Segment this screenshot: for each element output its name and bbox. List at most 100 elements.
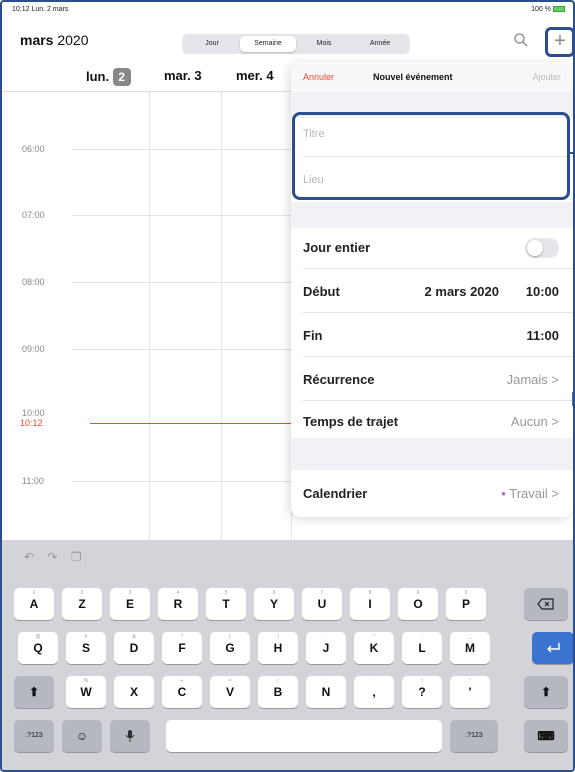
key-y[interactable]: 6Y xyxy=(254,588,294,620)
all-day-label: Jour entier xyxy=(303,240,371,255)
start-date[interactable]: 2 mars 2020 xyxy=(425,284,499,299)
segment-month[interactable]: Mois xyxy=(296,36,352,52)
today-badge: 2 xyxy=(112,68,131,86)
battery-icon xyxy=(553,6,565,13)
key-g[interactable]: (G xyxy=(210,632,250,664)
key-j[interactable]: ' J xyxy=(306,632,346,664)
travel-time-label: Temps de trajet xyxy=(303,414,399,429)
key-r[interactable]: 4R xyxy=(158,588,198,620)
segment-day[interactable]: Jour xyxy=(184,36,240,52)
key-n[interactable]: ; N xyxy=(306,676,346,708)
popover-title: Nouvel événement xyxy=(373,72,453,82)
keyboard-hide-icon: ⌨ xyxy=(537,729,555,743)
redo-icon[interactable]: ↷ xyxy=(47,550,57,564)
start-time[interactable]: 10:00 xyxy=(526,284,559,299)
microphone-icon xyxy=(125,730,135,742)
day-divider xyxy=(221,92,222,542)
key-comma[interactable]: :, xyxy=(354,676,394,708)
key-x[interactable]: -X xyxy=(114,676,154,708)
current-time-label: 10:12 xyxy=(20,418,43,428)
key-apostrophe[interactable]: " ' xyxy=(450,676,490,708)
view-segmented-control: Jour Semaine Mois Année xyxy=(182,34,410,54)
return-icon xyxy=(547,643,560,653)
chevron-right-icon: > xyxy=(551,486,559,501)
segment-year[interactable]: Année xyxy=(352,36,408,52)
key-f[interactable]: * F xyxy=(162,632,202,664)
shift-key-left[interactable]: ⬆ xyxy=(14,676,54,708)
calendar-color-dot: • xyxy=(501,486,506,501)
key-w[interactable]: % W xyxy=(66,676,106,708)
numbers-key-left[interactable]: .?123 xyxy=(14,720,54,752)
key-b[interactable]: / B xyxy=(258,676,298,708)
plus-icon: + xyxy=(554,30,566,52)
separator xyxy=(303,356,573,357)
month-title: mars 2020 xyxy=(20,32,89,48)
title-location-highlight xyxy=(292,112,570,200)
status-time: 10:12 Lun. 2 mars xyxy=(12,6,69,13)
status-bar: 10:12 Lun. 2 mars 100 % xyxy=(2,2,573,24)
calendar-value[interactable]: • Travail > xyxy=(501,486,559,501)
day-column-tuesday[interactable]: mar. 3 xyxy=(164,68,202,83)
shift-icon: ⬆ xyxy=(540,685,552,699)
key-question[interactable]: !? xyxy=(402,676,442,708)
key-h[interactable]: ) H xyxy=(258,632,298,664)
numbers-key-right[interactable]: .?123 xyxy=(450,720,498,752)
add-button[interactable]: Ajouter xyxy=(532,72,561,82)
calendar-header: mars 2020 Jour Semaine Mois Année + xyxy=(2,24,573,62)
key-t[interactable]: 5T xyxy=(206,588,246,620)
day-column-monday[interactable]: lun. 2 xyxy=(86,68,131,86)
search-icon[interactable] xyxy=(513,32,529,48)
key-k[interactable]: " K xyxy=(354,632,394,664)
key-q[interactable]: @ Q xyxy=(18,632,58,664)
hour-label: 06:00 xyxy=(22,144,45,154)
date-options-card: Jour entier Début 2 mars 2020 10:00 Fin … xyxy=(291,228,573,438)
shift-icon: ⬆ xyxy=(28,685,40,699)
segment-week[interactable]: Semaine xyxy=(240,36,296,52)
battery-indicator: 100 % xyxy=(531,6,565,13)
travel-time-value[interactable]: Aucun > xyxy=(511,414,559,429)
day-divider xyxy=(149,92,150,542)
hour-label: 10:00 xyxy=(22,408,45,418)
key-e[interactable]: 3E xyxy=(110,588,150,620)
key-l[interactable]: -L xyxy=(402,632,442,664)
separator xyxy=(303,312,573,313)
hour-label: 08:00 xyxy=(22,277,45,287)
add-event-button[interactable]: + xyxy=(545,27,573,57)
backspace-icon xyxy=(537,598,554,610)
key-s[interactable]: # S xyxy=(66,632,106,664)
key-m[interactable]: _ M xyxy=(450,632,490,664)
key-d[interactable]: & D xyxy=(114,632,154,664)
day-column-wednesday[interactable]: mer. 4 xyxy=(236,68,274,83)
key-i[interactable]: 8I xyxy=(350,588,390,620)
emoji-icon: ☺ xyxy=(75,729,89,743)
paste-icon[interactable]: ❐ xyxy=(71,550,82,564)
end-label: Fin xyxy=(303,328,323,343)
key-p[interactable]: 0P xyxy=(446,588,486,620)
undo-icon[interactable]: ↶ xyxy=(24,550,34,564)
emoji-key[interactable]: ☺ xyxy=(62,720,102,752)
backspace-key[interactable] xyxy=(524,588,568,620)
calendar-label: Calendrier xyxy=(303,486,368,501)
key-v[interactable]: = V xyxy=(210,676,250,708)
key-c[interactable]: + C xyxy=(162,676,202,708)
space-bar[interactable] xyxy=(166,720,442,752)
end-time[interactable]: 11:00 xyxy=(526,328,559,343)
start-label: Début xyxy=(303,284,340,299)
all-day-toggle[interactable] xyxy=(525,238,559,258)
key-o[interactable]: 9O xyxy=(398,588,438,620)
separator xyxy=(303,400,573,401)
cancel-button[interactable]: Annuler xyxy=(303,72,334,82)
keyboard-toolbar: ↶ ↷ ❐ xyxy=(24,550,92,564)
separator xyxy=(303,268,573,269)
hour-label: 07:00 xyxy=(22,210,45,220)
recurrence-value[interactable]: Jamais > xyxy=(507,372,559,387)
key-z[interactable]: 2Z xyxy=(62,588,102,620)
hide-keyboard-key[interactable]: ⌨ xyxy=(524,720,568,752)
ipad-screen: 10:12 Lun. 2 mars 100 % mars 2020 Jour S… xyxy=(0,0,575,772)
recurrence-label: Récurrence xyxy=(303,372,375,387)
key-u[interactable]: 7U xyxy=(302,588,342,620)
key-a[interactable]: 1A xyxy=(14,588,54,620)
dictation-key[interactable] xyxy=(110,720,150,752)
shift-key-right[interactable]: ⬆ xyxy=(524,676,568,708)
return-key[interactable] xyxy=(532,632,573,664)
